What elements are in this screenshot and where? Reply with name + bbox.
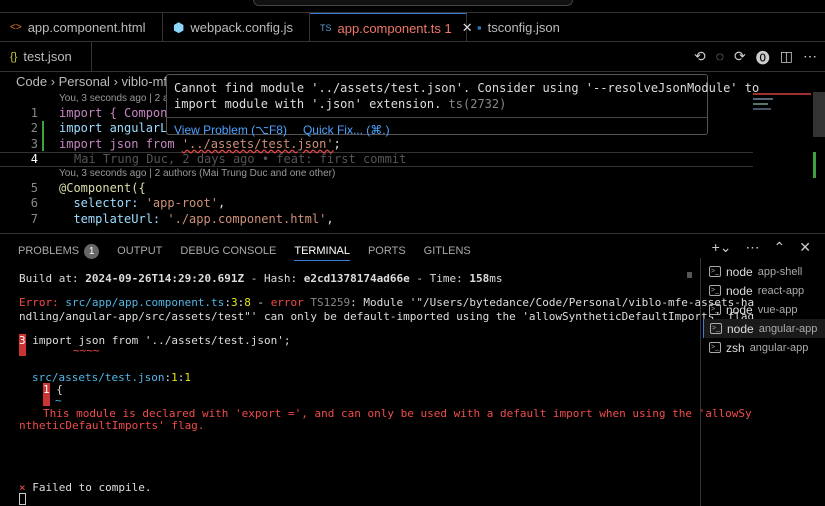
terminal-icon: >_ <box>709 285 721 296</box>
terminal-icon: >_ <box>709 266 721 277</box>
command-center[interactable] <box>253 0 573 6</box>
typescript-icon: TS <box>320 23 332 33</box>
terminal-item[interactable]: >_nodeapp-shell <box>703 262 825 281</box>
more-actions-icon[interactable]: ⋯ <box>803 48 817 68</box>
gutter-marker <box>19 346 26 356</box>
tab-label: test.json <box>23 49 71 64</box>
tab-debug-console[interactable]: DEBUG CONSOLE <box>180 245 276 257</box>
view-problem-link[interactable]: View Problem (⌥F8) <box>174 123 287 137</box>
terminal-list: >_nodeapp-shell >_nodereact-app >_nodevu… <box>703 262 825 357</box>
go-back-icon[interactable]: ⟲ <box>694 48 706 68</box>
breadcrumb-item[interactable]: Personal <box>59 74 110 89</box>
gutter-marker <box>43 396 50 406</box>
terminal-item[interactable]: >_nodereact-app <box>703 281 825 300</box>
maximize-panel-icon[interactable]: ⌃ <box>774 239 786 256</box>
more-actions-icon[interactable]: ⋯ <box>746 239 760 256</box>
line-number: 4 <box>0 152 38 166</box>
panel-actions: +⌄ ⋯ ⌃ ✕ <box>712 239 811 256</box>
terminal-tilde: ~ <box>55 394 62 407</box>
html-icon: <> <box>10 22 22 33</box>
codelens-authors[interactable]: You, 3 seconds ago | 2 au <box>59 93 174 104</box>
git-added-marker <box>42 121 44 136</box>
divider <box>700 258 701 506</box>
close-panel-icon[interactable]: ✕ <box>799 239 811 256</box>
new-terminal-icon[interactable]: +⌄ <box>712 239 732 256</box>
tsconfig-icon: ▪ <box>477 20 482 35</box>
terminal-icon: >_ <box>710 323 722 334</box>
tab-gitlens[interactable]: GITLENS <box>424 245 471 257</box>
tab-output[interactable]: OUTPUT <box>117 245 162 257</box>
code-line: import angularLog <box>59 121 182 135</box>
tab-app-component-ts[interactable]: TSapp.component.ts 1✕ <box>310 13 467 42</box>
inline-blame: Mai Trung Duc, 2 days ago • feat: first … <box>74 152 406 166</box>
webpack-icon: ⬢ <box>173 20 184 36</box>
code-editor-lower[interactable]: 5@Component({ 6 selector: 'app-root', 7 … <box>0 180 334 227</box>
tab-terminal[interactable]: TERMINAL <box>294 245 350 261</box>
terminal-source-line: 3 import json from '../assets/test.json'… <box>19 334 291 347</box>
terminal-icon: >_ <box>709 304 721 315</box>
go-forward-icon[interactable]: ⟳ <box>734 48 746 68</box>
terminal-cursor <box>19 493 26 505</box>
problems-count-badge: 1 <box>84 244 99 259</box>
line-number: 1 <box>0 106 38 120</box>
code-line: import { Componen <box>59 106 182 120</box>
line-number: 7 <box>0 212 38 226</box>
timeline-icon[interactable]: ◌ <box>716 48 724 68</box>
breadcrumb: Code › Personal › viblo-mfe <box>16 74 174 89</box>
tab-label: app.component.html <box>28 20 146 35</box>
editor-actions: ⟲ ◌ ⟳ ⓿ ◫ ⋯ <box>694 48 817 68</box>
error-code: ts(2732) <box>449 97 507 111</box>
terminal-error-line-2: ndling/angular-app/src/assets/test"' can… <box>19 310 754 323</box>
terminal-squiggle: ~~~~ <box>73 344 100 357</box>
terminal-error-line: Error: src/app/app.component.ts:3:8 - er… <box>19 296 754 309</box>
quick-fix-link[interactable]: Quick Fix... (⌘.) <box>303 123 390 137</box>
line-number: 5 <box>0 181 38 195</box>
terminal-item-active[interactable]: >_nodeangular-app <box>703 319 825 338</box>
editor-tabs: <>app.component.html ⬢webpack.config.js … <box>0 12 825 42</box>
tab-label: app.component.ts 1 <box>338 21 452 36</box>
code-line: templateUrl: './app.component.html', <box>59 212 334 226</box>
tab-label: webpack.config.js <box>190 20 293 35</box>
error-hover-popup: Cannot find module '../assets/test.json'… <box>166 74 708 135</box>
code-line: selector: 'app-root', <box>59 196 225 210</box>
tab-problems[interactable]: PROBLEMS 1 <box>18 244 99 259</box>
tab-label: tsconfig.json <box>488 20 560 35</box>
tab-app-component-html[interactable]: <> app.component.html <box>0 13 163 42</box>
gitlens-icon[interactable]: ⓿ <box>756 48 770 68</box>
tab-test-json[interactable]: {} test.json <box>0 42 92 71</box>
tab-tsconfig[interactable]: ▪ tsconfig.json <box>467 13 570 42</box>
terminal-item[interactable]: >_zshangular-app <box>703 338 825 357</box>
tab-label: PROBLEMS <box>18 245 79 257</box>
line-number: 3 <box>0 137 38 151</box>
breadcrumb-item[interactable]: Code <box>16 74 47 89</box>
panel-tabs: PROBLEMS1 OUTPUT DEBUG CONSOLE TERMINAL … <box>18 241 471 261</box>
git-added-marker <box>42 136 44 151</box>
terminal-build-line: Build at: 2024-09-26T14:29:20.691Z - Has… <box>19 272 503 285</box>
terminal-fail-line: × Failed to compile. <box>19 481 151 494</box>
terminal-item[interactable]: >_nodevue-app <box>703 300 825 319</box>
terminal-icon: >_ <box>709 342 721 353</box>
scrollbar[interactable] <box>813 92 825 137</box>
terminal-declared-msg-2: ntheticDefaultImports' flag. <box>19 419 204 432</box>
minimap[interactable] <box>753 90 813 140</box>
line-number: 2 <box>0 121 38 135</box>
hover-message: Cannot find module '../assets/test.json'… <box>167 75 707 117</box>
tab-ports[interactable]: PORTS <box>368 245 406 257</box>
terminal-scrollbar[interactable] <box>687 272 692 278</box>
code-line: @Component({ <box>59 181 146 195</box>
overview-ruler-marker <box>813 152 816 178</box>
codelens-authors[interactable]: You, 3 seconds ago | 2 authors (Mai Trun… <box>59 168 335 179</box>
line-number: 6 <box>0 196 38 210</box>
split-editor-icon[interactable]: ◫ <box>780 48 793 68</box>
json-icon: {} <box>10 51 17 63</box>
tab-webpack-config[interactable]: ⬢ webpack.config.js <box>163 13 310 42</box>
